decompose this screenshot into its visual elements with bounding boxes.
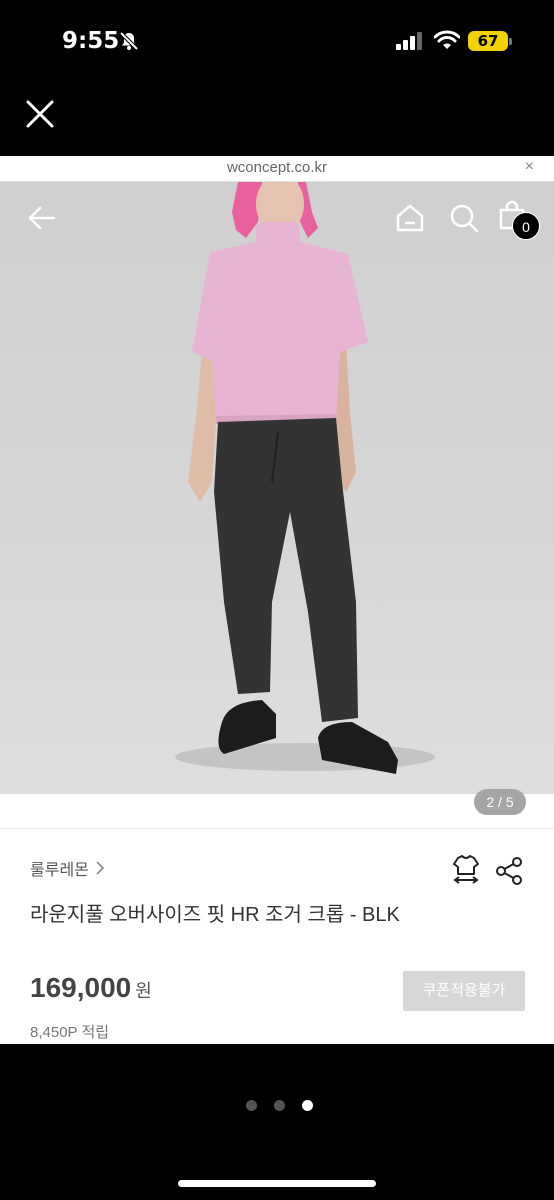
model-photo	[175, 182, 435, 774]
chevron-right-icon	[96, 861, 105, 875]
size-guide-icon[interactable]	[450, 854, 482, 886]
home-icon[interactable]	[394, 202, 426, 234]
wifi-icon	[434, 30, 460, 49]
url-text: wconcept.co.kr	[226, 159, 328, 176]
close-icon[interactable]	[22, 96, 58, 132]
home-indicator[interactable]	[178, 1180, 376, 1187]
carousel-dot[interactable]	[246, 1100, 257, 1111]
share-icon[interactable]	[494, 856, 524, 886]
carousel-dots[interactable]	[246, 1100, 313, 1111]
cart-count-badge: 0	[512, 212, 540, 240]
url-bar: wconcept.co.kr ×	[0, 156, 554, 182]
signal-icon	[396, 32, 422, 50]
search-icon[interactable]	[448, 202, 480, 234]
status-bar: 9:55 67	[0, 0, 554, 80]
brand-link[interactable]: 룰루레몬	[30, 856, 105, 880]
back-arrow-icon[interactable]	[26, 202, 58, 234]
url-close-button[interactable]: ×	[525, 158, 534, 176]
brand-name: 룰루레몬	[30, 862, 89, 879]
carousel-dot-active[interactable]	[302, 1100, 313, 1111]
carousel-dot[interactable]	[274, 1100, 285, 1111]
price-value: 169,000	[30, 972, 132, 1003]
gallery-page-indicator: 2 / 5	[474, 789, 526, 815]
battery-icon: 67	[468, 31, 512, 51]
coupon-button[interactable]: 쿠폰적용불가	[403, 971, 525, 1011]
status-time: 9:55	[62, 28, 120, 54]
product-title: 라운지풀 오버사이즈 핏 HR 조거 크롭 - BLK	[30, 904, 400, 926]
browser-screenshot: wconcept.co.kr × 0 2 / 5 룰루레몬 라운지풀 오버사이즈…	[0, 156, 554, 1044]
product-image[interactable]: 0	[0, 182, 554, 794]
bell-slash-icon	[119, 31, 139, 51]
price-row: 169,000 원	[30, 972, 152, 1004]
price-currency: 원	[135, 981, 152, 1001]
reward-points: 8,450P 적립	[30, 1024, 110, 1041]
divider	[0, 828, 554, 829]
